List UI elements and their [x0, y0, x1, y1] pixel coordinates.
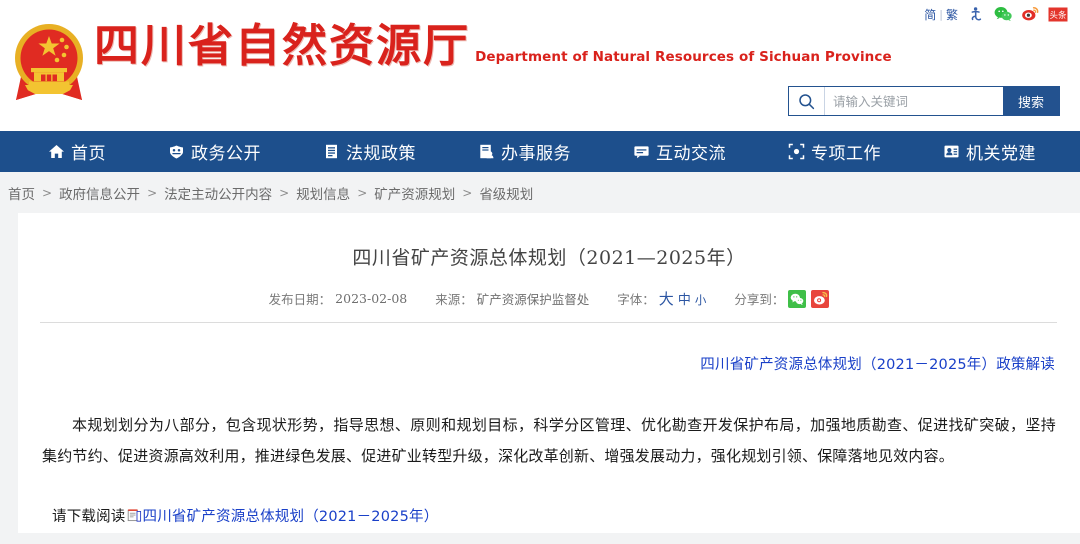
publish-date: 发布日期： 2023-02-08 [269, 289, 408, 308]
breadcrumb-item-home[interactable]: 首页 [8, 183, 35, 203]
svg-text:头条: 头条 [1049, 10, 1067, 21]
nav-item-label: 办事服务 [501, 144, 571, 164]
shield-icon [168, 143, 185, 160]
article-source: 来源： 矿产资源保护监督处 [435, 289, 589, 308]
nav-item-label: 机关党建 [966, 144, 1036, 164]
breadcrumb: 首页 > 政府信息公开 > 法定主动公开内容 > 规划信息 > 矿产资源规划 >… [0, 172, 1080, 213]
publish-date-value: 2023-02-08 [335, 291, 408, 306]
publish-date-label: 发布日期： [268, 292, 332, 307]
article-meta: 发布日期： 2023-02-08 来源： 矿产资源保护监督处 字体： 大 中 小… [40, 288, 1058, 309]
site-logo[interactable]: 四川省自然资源厅 Department of Natural Resources… [10, 16, 892, 108]
nav-item-label: 互动交流 [656, 144, 726, 164]
main-navigation[interactable]: 首页 政务公开 法规政策 办事服务 互动交流 专项工作 机关党建 [0, 131, 1080, 172]
font-size-large-button[interactable]: 大 [659, 288, 674, 309]
breadcrumb-separator: > [357, 185, 368, 200]
breadcrumb-item-provincial-planning[interactable]: 省级规划 [479, 183, 533, 203]
nav-item-label: 专项工作 [811, 144, 881, 164]
form-user-icon [478, 143, 495, 160]
search-bar[interactable]: 搜索 [788, 86, 1060, 116]
search-icon[interactable] [789, 87, 825, 115]
breadcrumb-item-planning-info[interactable]: 规划信息 [296, 183, 350, 203]
breadcrumb-item-mineral-planning[interactable]: 矿产资源规划 [374, 183, 455, 203]
utility-bar: 简 | 繁 头条 [922, 5, 1068, 23]
article-body: 本规划划分为八部分，包含现状形势，指导思想、原则和规划目标，科学分区管理、优化勘… [42, 416, 1056, 465]
breadcrumb-separator: > [42, 185, 53, 200]
download-prefix-text: 请下载阅读 [52, 509, 126, 525]
nav-item-government-affairs[interactable]: 政务公开 [168, 139, 261, 164]
target-icon [788, 143, 805, 160]
wechat-share-icon[interactable] [788, 289, 807, 308]
nav-item-label: 法规政策 [346, 144, 416, 164]
share-label: 分享到： [734, 292, 785, 307]
weibo-icon[interactable] [1021, 6, 1039, 22]
share-controls: 分享到： [734, 289, 830, 308]
nav-item-special-work[interactable]: 专项工作 [788, 139, 881, 164]
site-title-en: Department of Natural Resources of Sichu… [475, 49, 892, 65]
breadcrumb-separator: > [147, 185, 158, 200]
search-button[interactable]: 搜索 [1003, 87, 1059, 115]
language-switcher[interactable]: 简 | 繁 [922, 6, 960, 23]
attachment-download-link[interactable]: 四川省矿产资源总体规划（2021－2025年） [143, 505, 439, 526]
home-icon [48, 143, 65, 160]
chat-icon [633, 143, 650, 160]
accessibility-icon[interactable] [969, 6, 985, 22]
attachment-document-icon [127, 508, 142, 523]
breadcrumb-item-gov-info[interactable]: 政府信息公开 [59, 183, 140, 203]
download-row: 请下载阅读 四川省矿产资源总体规划（2021－2025年） [40, 505, 1058, 526]
logo-text-block: 四川省自然资源厅 Department of Natural Resources… [94, 16, 892, 71]
nav-item-label: 政务公开 [191, 144, 261, 164]
nav-item-label: 首页 [71, 144, 106, 164]
page-title: 四川省矿产资源总体规划（2021—2025年） [352, 247, 746, 269]
china-national-emblem-icon [10, 16, 88, 108]
breadcrumb-separator: > [279, 185, 290, 200]
site-title-cn: 四川省自然资源厅 [94, 19, 471, 72]
policy-interpretation-link[interactable]: 四川省矿产资源总体规划（2021－2025年）政策解读 [700, 357, 1055, 373]
search-input[interactable] [825, 87, 1003, 115]
font-size-label: 字体： [617, 292, 655, 307]
article-card: 四川省矿产资源总体规划（2021—2025年） 发布日期： 2023-02-08… [18, 213, 1080, 533]
weibo-share-icon[interactable] [811, 289, 830, 308]
font-size-small-button[interactable]: 小 [695, 292, 707, 308]
breadcrumb-separator: > [462, 185, 473, 200]
nav-item-laws-policies[interactable]: 法规政策 [323, 139, 416, 164]
meta-divider [40, 322, 1057, 323]
font-size-medium-button[interactable]: 中 [678, 289, 691, 308]
document-icon [323, 143, 340, 160]
source-label: 来源： [435, 292, 473, 307]
lang-traditional-link[interactable]: 繁 [944, 6, 960, 23]
nav-item-party-building[interactable]: 机关党建 [943, 139, 1036, 164]
wechat-icon[interactable] [994, 6, 1012, 22]
site-header: 简 | 繁 头条 四川省自然资源厅 Department of Natural … [0, 0, 1080, 131]
policy-interpretation-row: 四川省矿产资源总体规划（2021－2025年）政策解读 [40, 353, 1058, 374]
nav-item-interaction[interactable]: 互动交流 [633, 139, 726, 164]
lang-simplified-link[interactable]: 简 [922, 6, 938, 23]
nav-item-home[interactable]: 首页 [48, 139, 106, 164]
badge-icon [943, 143, 960, 160]
source-value: 矿产资源保护监督处 [476, 292, 590, 307]
breadcrumb-item-statutory-disclosure[interactable]: 法定主动公开内容 [164, 183, 272, 203]
font-size-controls: 字体： 大 中 小 [617, 288, 706, 309]
toutiao-icon[interactable]: 头条 [1048, 7, 1068, 22]
nav-item-services[interactable]: 办事服务 [478, 139, 571, 164]
